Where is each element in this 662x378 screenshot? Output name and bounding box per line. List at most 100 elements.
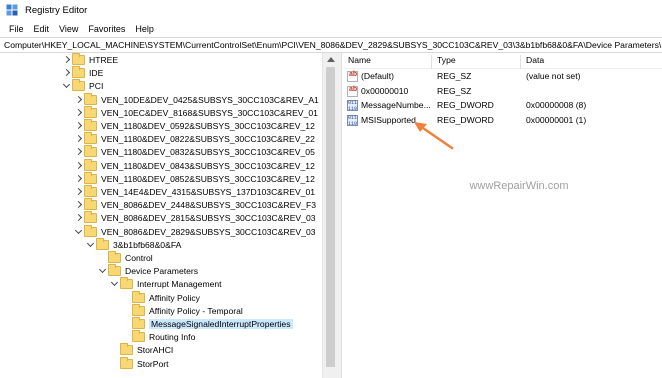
column-header-data[interactable]: Data xyxy=(526,55,544,65)
tree-item[interactable]: StorPort xyxy=(110,356,169,371)
chevron-right-icon[interactable] xyxy=(74,132,84,146)
chevron-right-icon[interactable] xyxy=(62,66,72,80)
tree-item[interactable]: VEN_10EC&DEV_8168&SUBSYS_30CC103C&REV_01 xyxy=(74,105,318,120)
chevron-right-icon[interactable] xyxy=(74,93,84,107)
folder-icon xyxy=(84,105,97,118)
watermark: wwwRepairWin.com xyxy=(469,180,569,192)
tree-item[interactable]: PCI xyxy=(62,79,103,93)
chevron-right-icon[interactable] xyxy=(74,211,84,225)
tree-item-label: Affinity Policy xyxy=(149,292,200,303)
tree-item[interactable]: VEN_8086&DEV_2815&SUBSYS_30CC103C&REV_03 xyxy=(74,211,316,225)
folder-icon xyxy=(120,277,133,290)
chevron-down-icon[interactable] xyxy=(86,238,96,252)
column-header-type[interactable]: Type xyxy=(437,55,456,65)
chevron-right-icon[interactable] xyxy=(74,185,84,199)
list-header: Name Type Data xyxy=(343,53,662,69)
tree-item[interactable]: VEN_8086&DEV_2829&SUBSYS_30CC103C&REV_03 xyxy=(74,224,316,239)
tree-scrollbar[interactable] xyxy=(322,53,338,378)
tree-item[interactable]: 3&b1bfb68&0&FA xyxy=(86,237,182,252)
tree-item[interactable]: Interrupt Management xyxy=(110,277,222,291)
folder-icon xyxy=(132,290,145,303)
scrollbar-thumb[interactable] xyxy=(326,67,335,367)
folder-icon xyxy=(108,251,121,263)
chevron-right-icon[interactable] xyxy=(74,198,84,212)
chevron-right-icon[interactable] xyxy=(74,119,84,133)
chevron-right-icon[interactable] xyxy=(74,159,84,173)
pane-splitter[interactable] xyxy=(338,53,342,378)
menu-view[interactable]: View xyxy=(54,24,83,34)
column-divider[interactable] xyxy=(431,55,432,69)
table-row[interactable]: 011 110 MSISupported REG_DWORD 0x00000001 (… xyxy=(343,114,662,128)
key-tree[interactable]: HTREE IDE PCI VEN_10DE&DEV_0425&SUBSYS_30CC… xyxy=(0,53,338,378)
tree-item[interactable]: IDE xyxy=(62,66,103,80)
folder-icon xyxy=(84,198,97,211)
folder-icon xyxy=(72,66,85,79)
tree-item[interactable]: VEN_1180&DEV_0852&SUBSYS_30CC103C&REV_12 xyxy=(74,171,315,186)
tree-item[interactable]: VEN_14E4&DEV_4315&SUBSYS_137D103C&REV_01 xyxy=(74,185,315,199)
chevron-right-icon[interactable] xyxy=(62,53,72,67)
folder-icon xyxy=(120,356,133,369)
tree-item[interactable]: MessageSignaledInterruptProperties xyxy=(122,317,293,331)
folder-icon xyxy=(72,53,85,65)
cell-data: (value not set) xyxy=(526,71,581,81)
folder-icon xyxy=(132,330,145,343)
binary-value-icon: 011 110 xyxy=(347,114,358,127)
menu-help[interactable]: Help xyxy=(130,24,159,34)
registry-editor-icon xyxy=(6,4,18,16)
chevron-right-icon[interactable] xyxy=(74,106,84,120)
tree-item[interactable]: VEN_1180&DEV_0822&SUBSYS_30CC103C&REV_22 xyxy=(74,132,315,146)
menu-bar: File Edit View Favorites Help xyxy=(0,20,662,37)
column-header-name[interactable]: Name xyxy=(348,55,371,65)
folder-icon xyxy=(84,211,97,224)
table-row[interactable]: ab 0x00000010 REG_SZ xyxy=(343,85,662,99)
tree-item[interactable]: Device Parameters xyxy=(98,264,198,278)
menu-favorites[interactable]: Favorites xyxy=(83,24,130,34)
folder-icon xyxy=(84,224,97,237)
tree-item[interactable]: VEN_1180&DEV_0592&SUBSYS_30CC103C&REV_12 xyxy=(74,119,315,133)
tree-item[interactable]: StorAHCI xyxy=(110,343,173,357)
cell-type: REG_DWORD xyxy=(437,100,494,110)
chevron-down-icon[interactable] xyxy=(110,277,120,291)
folder-icon xyxy=(84,132,97,145)
chevron-down-icon[interactable] xyxy=(98,264,108,278)
column-divider[interactable] xyxy=(520,55,521,69)
tree-item[interactable]: VEN_8086&DEV_2448&SUBSYS_30CC103C&REV_F3 xyxy=(74,198,316,212)
folder-icon xyxy=(132,303,145,316)
tree-item[interactable]: Affinity Policy - Temporal xyxy=(122,303,243,318)
chevron-down-icon[interactable] xyxy=(74,225,84,239)
scroll-up-icon[interactable] xyxy=(327,57,335,62)
tree-item[interactable]: VEN_1180&DEV_0832&SUBSYS_30CC103C&REV_05 xyxy=(74,145,315,159)
chevron-right-icon[interactable] xyxy=(74,145,84,159)
tree-item[interactable]: VEN_1180&DEV_0843&SUBSYS_30CC103C&REV_12 xyxy=(74,158,315,173)
tree-item-label: VEN_8086&DEV_2829&SUBSYS_30CC103C&REV_03 xyxy=(101,226,316,237)
menu-file[interactable]: File xyxy=(4,24,29,34)
tree-item[interactable]: VEN_10DE&DEV_0425&SUBSYS_30CC103C&REV_A1 xyxy=(74,92,319,107)
menu-edit[interactable]: Edit xyxy=(29,24,55,34)
string-value-icon: ab xyxy=(347,71,358,82)
table-row[interactable]: ab (Default) REG_SZ (value not set) xyxy=(343,70,662,84)
chevron-down-icon[interactable] xyxy=(62,79,72,93)
tree-item-label: VEN_1180&DEV_0592&SUBSYS_30CC103C&REV_12 xyxy=(101,121,315,131)
cell-name: (Default) xyxy=(361,71,394,81)
tree-item[interactable]: Routing Info xyxy=(122,330,195,344)
string-value-icon: ab xyxy=(347,85,358,97)
tree-item[interactable]: Control xyxy=(98,251,153,265)
tree-item[interactable]: Affinity Policy xyxy=(122,290,200,305)
tree-item-label: Device Parameters xyxy=(125,266,199,277)
pointer-arrow-icon xyxy=(414,122,454,150)
values-list: Name Type Data ab (Default) REG_SZ (value n… xyxy=(343,53,662,378)
tree-item-label: VEN_8086&DEV_2815&SUBSYS_30CC103C&REV_03 xyxy=(101,213,316,224)
title-bar: Registry Editor xyxy=(0,0,662,20)
folder-icon xyxy=(84,145,97,158)
tree-item-label: IDE xyxy=(89,68,104,79)
tree-item-label: StorPort xyxy=(137,358,169,369)
tree-item-label: VEN_8086&DEV_2448&SUBSYS_30CC103C&REV_F3 xyxy=(101,200,316,211)
address-bar[interactable]: Computer\HKEY_LOCAL_MACHINE\SYSTEM\Curre… xyxy=(0,37,662,53)
chevron-right-icon[interactable] xyxy=(74,172,84,186)
folder-icon xyxy=(108,264,121,277)
tree-item[interactable]: HTREE xyxy=(62,53,118,67)
table-row[interactable]: 011 110 MessageNumbe... REG_DWORD 0x0000000… xyxy=(343,99,662,113)
tree-item-label: 3&b1bfb68&0&FA xyxy=(113,239,182,250)
